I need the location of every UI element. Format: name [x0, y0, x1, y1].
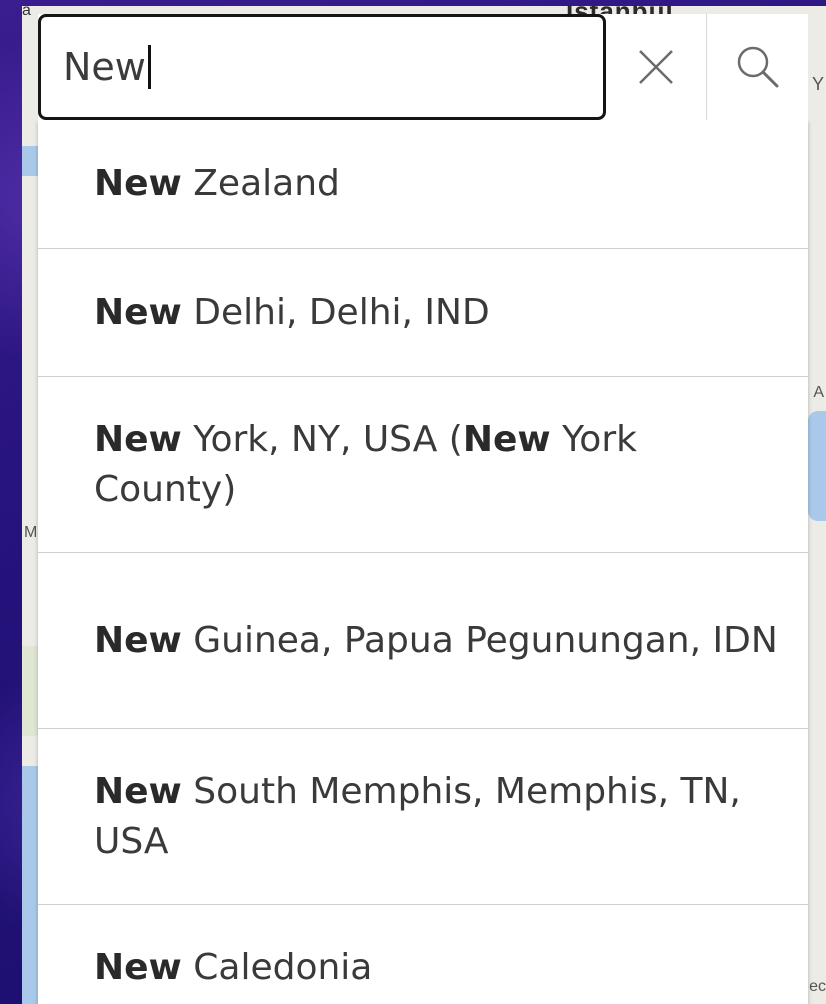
search-input-value[interactable]: New [63, 45, 146, 89]
map-label: ec [809, 978, 826, 995]
search-bar: New [38, 14, 808, 120]
map-label: M [24, 524, 38, 541]
suggestion-rest: Zealand [181, 163, 340, 204]
suggestion-rest: Guinea, Papua Pegunungan, IDN [181, 619, 778, 661]
suggestion-text: New South Memphis, Memphis, TN, USA [94, 767, 778, 867]
suggestion-match: New [94, 418, 182, 460]
search-widget: New New Zealand New Delhi, Delhi, IND Ne… [38, 14, 808, 1004]
search-input-container[interactable]: New [38, 14, 606, 120]
suggestion-match: New [462, 418, 551, 460]
suggestion-text: New Caledonia [94, 943, 372, 993]
search-icon [737, 46, 778, 88]
suggestion-item[interactable]: New Delhi, Delhi, IND [38, 248, 808, 376]
suggestion-item[interactable]: New South Memphis, Memphis, TN, USA [38, 728, 808, 904]
suggestion-text: New York, NY, USA (New York County) [94, 415, 778, 515]
suggestion-list: New Zealand New Delhi, Delhi, IND New Yo… [38, 120, 808, 1004]
text-caret [147, 45, 151, 89]
suggestion-match: New [94, 619, 182, 661]
map-water [808, 411, 826, 521]
suggestion-match: New [94, 291, 182, 333]
close-icon [639, 50, 673, 84]
suggestion-match: New [94, 947, 182, 988]
suggestion-match: New [94, 770, 182, 812]
suggestion-rest: South Memphis, Memphis, TN, USA [94, 770, 741, 862]
suggestion-item[interactable]: New York, NY, USA (New York County) [38, 376, 808, 552]
suggestion-text: New Zealand [94, 159, 340, 209]
map-label: a [22, 6, 31, 19]
search-input[interactable]: New [63, 45, 151, 89]
suggestion-item[interactable]: New Zealand [38, 120, 808, 248]
map-label: Y [811, 74, 824, 94]
suggestion-rest: York, NY, USA ( [181, 418, 463, 460]
suggestion-rest: Caledonia [181, 947, 373, 988]
suggestion-item[interactable]: New Guinea, Papua Pegunungan, IDN [38, 552, 808, 728]
suggestion-item[interactable]: New Caledonia [38, 904, 808, 1004]
clear-button[interactable] [606, 14, 706, 120]
suggestion-match: New [94, 163, 182, 204]
map-label: A [813, 384, 824, 401]
search-button[interactable] [706, 14, 808, 120]
suggestion-rest: Delhi, Delhi, IND [181, 291, 490, 333]
suggestion-text: New Guinea, Papua Pegunungan, IDN [94, 616, 778, 666]
suggestion-text: New Delhi, Delhi, IND [94, 288, 490, 338]
